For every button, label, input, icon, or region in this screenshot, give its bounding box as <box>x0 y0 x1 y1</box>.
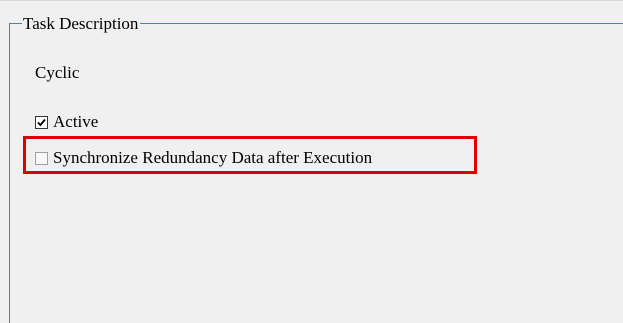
task-description-groupbox <box>9 23 623 323</box>
checkmark-icon <box>37 118 46 126</box>
task-mode-label: Cyclic <box>35 63 80 82</box>
sync-redundancy-checkbox-row[interactable]: Synchronize Redundancy Data after Execut… <box>35 147 372 169</box>
active-checkbox-row[interactable]: Active <box>35 111 98 133</box>
task-description-panel: Task Description Cyclic Active Synchroni… <box>0 0 623 323</box>
active-checkbox-label: Active <box>53 112 99 131</box>
sync-redundancy-checkbox[interactable] <box>35 151 48 165</box>
task-description-title: Task Description <box>22 14 141 34</box>
sync-redundancy-checkbox-label: Synchronize Redundancy Data after Execut… <box>53 148 373 167</box>
active-checkbox[interactable] <box>35 115 48 129</box>
